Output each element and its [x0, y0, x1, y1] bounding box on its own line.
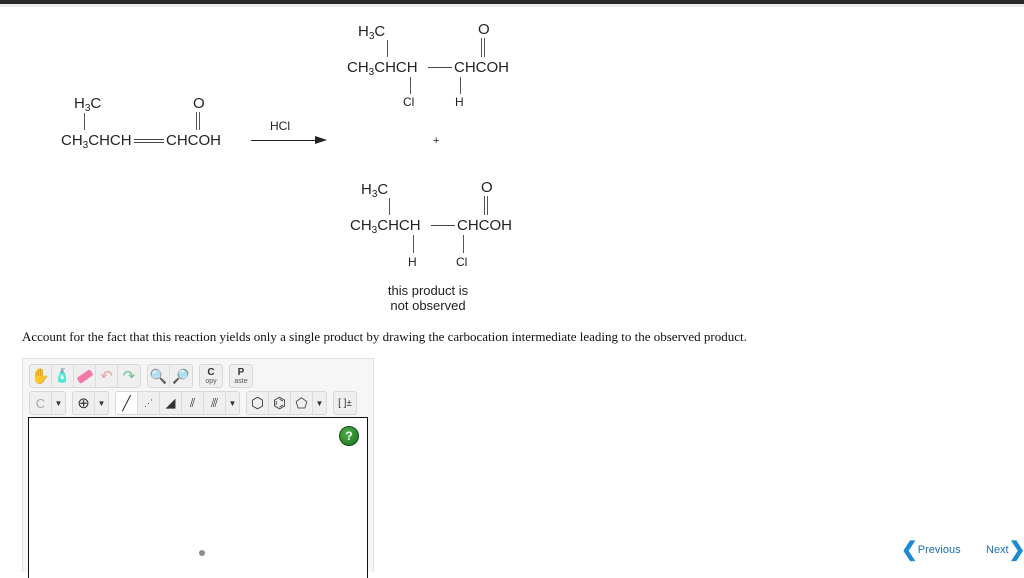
unobserved-h-bond [413, 235, 414, 253]
structure-editor: ✋ 🧴 ↶ ↷ 🔍 🔎 Copy Paste C ▼ ⊕ ▼ ╱ ⋰ ◢ ⫽ ⫻… [22, 358, 374, 578]
zoom-out-icon[interactable]: 🔎 [170, 365, 192, 387]
reactant-carbonyl-bond [196, 112, 200, 130]
unobserved-caption: this product is not observed [370, 283, 486, 313]
unobserved-right-chain: CHCOH [457, 217, 512, 234]
benzene-icon[interactable]: ⌬ [269, 392, 291, 414]
observed-right-chain: CHCOH [454, 59, 509, 76]
observed-single-bond [428, 67, 452, 68]
wedge-bond-icon[interactable]: ◢ [160, 392, 182, 414]
caption-line-2: not observed [390, 298, 466, 313]
editor-toolbar-row-2: C ▼ ⊕ ▼ ╱ ⋰ ◢ ⫽ ⫻ ▼ ⬡ ⌬ ⬠ ▼ [ ]± [29, 391, 363, 415]
charge-plus-icon[interactable]: ⊕ [73, 392, 95, 414]
bracket-charge-icon[interactable]: [ ]± [334, 392, 356, 414]
cyclohexane-icon[interactable]: ⬡ [247, 392, 269, 414]
reactant-left-chain: CH3CHCH [61, 132, 132, 151]
bond-dropdown-icon[interactable]: ▼ [226, 392, 239, 414]
observed-methyl-bond [387, 40, 388, 57]
atom-selector[interactable]: C [30, 392, 52, 414]
observed-oxygen-label: O [478, 21, 490, 38]
unobserved-left-chain: CH3CHCH [350, 217, 421, 236]
hashed-bond-icon[interactable]: ⋰ [138, 392, 160, 414]
observed-h-bond [460, 77, 461, 94]
single-bond-icon[interactable]: ╱ [116, 392, 138, 414]
observed-cl-label: Cl [403, 95, 415, 109]
reactant-oxygen-label: O [193, 95, 205, 112]
zoom-in-icon[interactable]: 🔍 [148, 365, 170, 387]
reaction-arrow [251, 140, 317, 141]
reagent-label: HCl [270, 119, 290, 133]
plus-sign: + [433, 135, 440, 147]
hand-icon[interactable]: ✋ [30, 365, 52, 387]
unobserved-single-bond [431, 225, 455, 226]
unobserved-h-label: H [408, 255, 417, 269]
top-bar-strip [0, 4, 1024, 7]
unobserved-cl-bond [463, 235, 464, 253]
canvas-cursor-dot [199, 550, 205, 556]
unobserved-carbonyl-bond [484, 196, 488, 215]
reactant-double-bond [134, 139, 164, 143]
question-text: Account for the fact that this reaction … [22, 329, 747, 344]
unobserved-methyl-bond [389, 198, 390, 215]
observed-carbonyl-bond [481, 38, 485, 57]
observed-left-chain: CH3CHCH [347, 59, 418, 78]
reactant-right-chain: CHCOH [166, 132, 221, 149]
unobserved-oxygen-label: O [481, 179, 493, 196]
copy-button[interactable]: Copy [200, 365, 222, 387]
atom-dropdown-icon[interactable]: ▼ [52, 392, 65, 414]
observed-methyl-label: H3C [358, 23, 386, 42]
ring-dropdown-icon[interactable]: ▼ [313, 392, 326, 414]
next-label: Next [986, 544, 1009, 556]
reaction-arrowhead [315, 136, 327, 144]
previous-button[interactable]: ❮ Previous [901, 540, 961, 560]
reactant-methyl-label: H3C [74, 95, 102, 114]
triple-bond-icon[interactable]: ⫻ [204, 392, 226, 414]
chevron-left-icon: ❮ [901, 539, 918, 561]
reactant-methyl-bond [84, 113, 85, 130]
unobserved-methyl-label: H3C [361, 181, 389, 200]
caption-line-1: this product is [387, 283, 469, 298]
observed-cl-bond [410, 77, 411, 94]
double-bond-icon[interactable]: ⫽ [182, 392, 204, 414]
help-icon[interactable]: ? [339, 426, 359, 446]
cyclopentane-icon[interactable]: ⬠ [291, 392, 313, 414]
redo-icon[interactable]: ↷ [118, 365, 140, 387]
observed-h-label: H [455, 95, 464, 109]
next-button[interactable]: Next ❯ [986, 540, 1024, 560]
paste-button[interactable]: Paste [230, 365, 252, 387]
eraser-icon[interactable] [74, 365, 96, 387]
clear-bottle-icon[interactable]: 🧴 [52, 365, 74, 387]
charge-dropdown-icon[interactable]: ▼ [95, 392, 108, 414]
undo-icon[interactable]: ↶ [96, 365, 118, 387]
drawing-canvas[interactable]: ? [28, 417, 368, 578]
chevron-right-icon: ❯ [1008, 539, 1024, 561]
unobserved-cl-label: Cl [456, 255, 468, 269]
editor-toolbar-row-1: ✋ 🧴 ↶ ↷ 🔍 🔎 Copy Paste [29, 364, 259, 388]
previous-label: Previous [917, 544, 961, 556]
